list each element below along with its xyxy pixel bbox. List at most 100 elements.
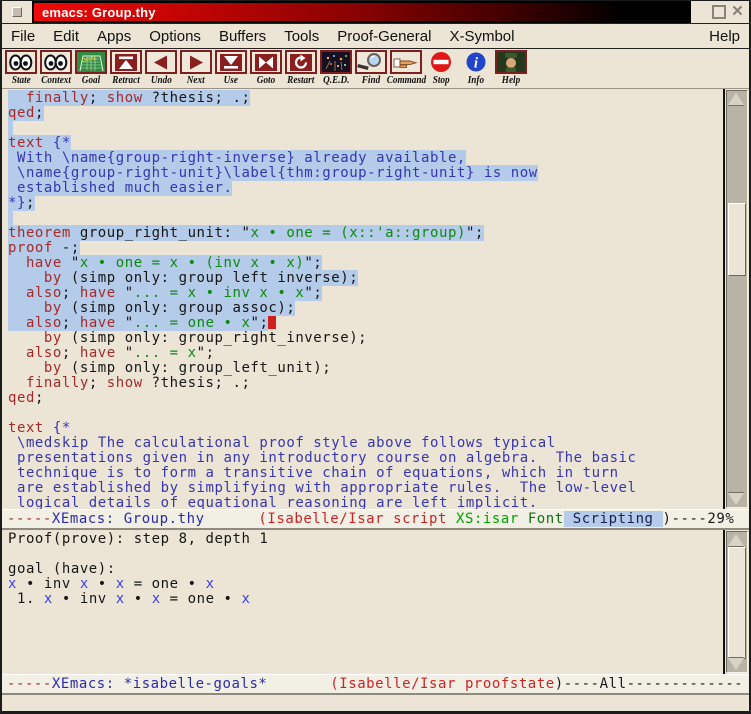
scroll-down-icon[interactable] <box>728 493 744 505</box>
menu-item-x-symbol[interactable]: X-Symbol <box>440 28 523 45</box>
buffer-line: *}; <box>8 196 723 211</box>
menu-bar: FileEditAppsOptionsBuffersToolsProof-Gen… <box>2 23 749 49</box>
toolbar-button-label: Command <box>386 75 425 86</box>
toolbar-button-label: Next <box>187 75 205 86</box>
modeline-segment <box>267 676 330 692</box>
title-bar: emacs: Group.thy × <box>2 1 749 23</box>
toolbar-button-label: Undo <box>151 75 172 86</box>
qed-fireworks-icon <box>320 50 352 74</box>
menu-item-tools[interactable]: Tools <box>275 28 328 45</box>
goals-scrollbar-thumb[interactable] <box>728 547 746 658</box>
buffer-line: 1. x • inv x • x = one • x <box>8 592 723 607</box>
modeline-segment: XEmacs: *isabelle-goals* <box>52 676 268 692</box>
close-icon[interactable]: × <box>732 7 743 17</box>
buffer-line: logical details of equational reasoning … <box>8 496 723 509</box>
scroll-up-icon[interactable] <box>728 93 744 105</box>
toolbar-button-label: State <box>12 75 31 86</box>
buffer-line: also; have "... = one • x"; <box>8 316 723 331</box>
toolbar-button-restart[interactable]: Restart <box>284 50 318 86</box>
menu-item-buffers[interactable]: Buffers <box>210 28 275 45</box>
script-scrollbar[interactable] <box>726 90 748 508</box>
goals-scrollbar[interactable] <box>726 531 748 673</box>
buffer-line <box>8 547 723 562</box>
toolbar-button-info[interactable]: iInfo <box>459 50 493 86</box>
eyes-icon <box>5 50 37 74</box>
buffer-line: theorem group_right_unit: "x • one = (x:… <box>8 226 723 241</box>
menu-item-file[interactable]: File <box>2 28 44 45</box>
modeline-segment: XEmacs: Group.thy <box>52 511 205 527</box>
buffer-line: are established by simplifying with appr… <box>8 481 723 496</box>
toolbar-button-command[interactable]: Command <box>389 50 423 86</box>
window-menu-button[interactable] <box>12 7 22 17</box>
toolbar-button-next[interactable]: Next <box>179 50 213 86</box>
buffer-line: finally; show ?thesis; .; <box>8 376 723 391</box>
buffer-line: also; have "... = x • inv x • x"; <box>8 286 723 301</box>
buffer-line <box>8 121 723 136</box>
script-buffer[interactable]: finally; show ?thesis; .;qed;text {* Wit… <box>2 89 723 509</box>
retract-icon <box>110 50 142 74</box>
toolbar-button-label: Retract <box>112 75 140 86</box>
menu-item-help[interactable]: Help <box>700 28 749 45</box>
goal-image-icon: GOAL <box>75 50 107 74</box>
toolbar-button-context[interactable]: Context <box>39 50 73 86</box>
buffer-line: \medskip The calculational proof style a… <box>8 436 723 451</box>
buffer-line: \name{group-right-unit}\label{thm:group-… <box>8 166 723 181</box>
menu-item-apps[interactable]: Apps <box>88 28 140 45</box>
script-scrollbar-thumb[interactable] <box>728 203 746 276</box>
modeline-segment: Font <box>528 511 564 527</box>
info-icon: i <box>460 50 492 74</box>
buffer-line: by (simp only: group_left_unit); <box>8 361 723 376</box>
minibuffer[interactable] <box>2 695 749 711</box>
toolbar-button-undo[interactable]: Undo <box>144 50 178 86</box>
help-portrait-icon <box>495 50 527 74</box>
toolbar-button-state[interactable]: State <box>4 50 38 86</box>
toolbar-button-label: Help <box>502 75 520 86</box>
restart-icon <box>285 50 317 74</box>
scroll-up-icon[interactable] <box>728 534 744 546</box>
buffer-line: also; have "... = x"; <box>8 346 723 361</box>
toolbar-button-label: Info <box>468 75 484 86</box>
goto-icon <box>250 50 282 74</box>
use-icon <box>215 50 247 74</box>
buffer-line: x • inv x • x = one • x <box>8 577 723 592</box>
buffer-line: qed; <box>8 106 723 121</box>
menu-item-edit[interactable]: Edit <box>44 28 88 45</box>
toolbar: State ContextGOALGoal Retract Undo Next Use Go… <box>2 49 749 89</box>
toolbar-button-find[interactable]: Find <box>354 50 388 86</box>
buffer-line <box>8 211 723 226</box>
buffer-line: qed; <box>8 391 723 406</box>
buffer-line: With \name{group-right-inverse} already … <box>8 151 723 166</box>
buffer-line: text {* <box>8 136 723 151</box>
title-gradient: emacs: Group.thy <box>34 3 689 21</box>
toolbar-button-stop[interactable]: Stop <box>424 50 458 86</box>
toolbar-button-use[interactable]: Use <box>214 50 248 86</box>
modeline-segment <box>205 511 259 527</box>
toolbar-button-retract[interactable]: Retract <box>109 50 143 86</box>
title-bar-left <box>2 1 32 23</box>
modeline-segment: ----- <box>7 511 52 527</box>
toolbar-button-label: Q.E.D. <box>323 75 349 86</box>
toolbar-button-goal[interactable]: GOALGoal <box>74 50 108 86</box>
toolbar-button-label: Use <box>224 75 238 86</box>
buffer-line: goal (have): <box>8 562 723 577</box>
buffer-line: Proof(prove): step 8, depth 1 <box>8 532 723 547</box>
buffer-line: proof -; <box>8 241 723 256</box>
window-title: emacs: Group.thy <box>34 5 156 20</box>
buffer-line: presentations given in any introductory … <box>8 451 723 466</box>
maximize-icon[interactable] <box>712 5 726 19</box>
modeline-goals: -----XEmacs: *isabelle-goals* (Isabelle/… <box>2 674 749 695</box>
goals-buffer[interactable]: Proof(prove): step 8, depth 1 goal (have)… <box>2 530 723 674</box>
title-bar-strip: emacs: Group.thy <box>32 1 691 23</box>
buffer-line: have "x • one = x • (inv x • x)"; <box>8 256 723 271</box>
xemacs-window: emacs: Group.thy × FileEditAppsOptionsBu… <box>0 0 751 714</box>
toolbar-button-help[interactable]: Help <box>494 50 528 86</box>
text-cursor <box>268 316 276 329</box>
scroll-down-icon[interactable] <box>728 658 744 670</box>
menu-bar-items: FileEditAppsOptionsBuffersToolsProof-Gen… <box>2 28 523 45</box>
menu-item-proof-general[interactable]: Proof-General <box>328 28 440 45</box>
menu-item-options[interactable]: Options <box>140 28 210 45</box>
buffer-line: technique is to form a transitive chain … <box>8 466 723 481</box>
toolbar-button-q-e-d[interactable]: Q.E.D. <box>319 50 353 86</box>
toolbar-button-goto[interactable]: Goto <box>249 50 283 86</box>
eyes-icon <box>40 50 72 74</box>
